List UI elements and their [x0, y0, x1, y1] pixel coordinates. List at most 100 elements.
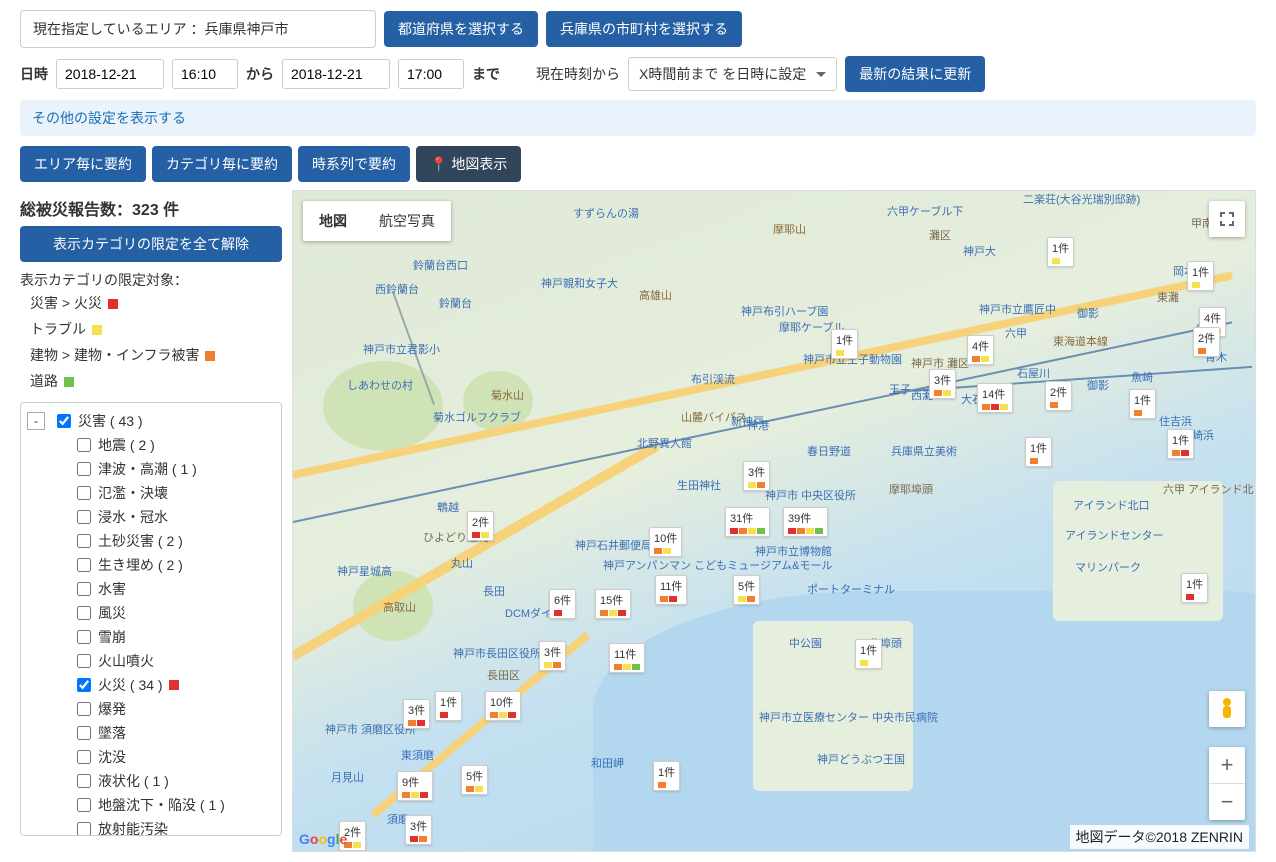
- tree-child-item[interactable]: 液状化 ( 1 ): [25, 769, 277, 793]
- tree-toggle[interactable]: -: [27, 412, 45, 430]
- map-place-label: 西鈴蘭台: [375, 281, 419, 297]
- streetview-pegman[interactable]: [1209, 691, 1245, 727]
- map-place-label: 神戸星城高: [337, 563, 392, 579]
- map-marker[interactable]: 39件: [783, 507, 828, 537]
- from-time-input[interactable]: [172, 59, 238, 89]
- tree-child-item[interactable]: 爆発: [25, 697, 277, 721]
- release-category-button[interactable]: 表示カテゴリの限定を全て解除: [20, 226, 282, 262]
- legend-item: 建物 > 建物・インフラ被害: [20, 342, 282, 368]
- tree-checkbox[interactable]: [77, 510, 91, 524]
- tree-child-item[interactable]: 火山噴火: [25, 649, 277, 673]
- other-settings-toggle[interactable]: その他の設定を表示する: [20, 100, 1256, 136]
- summary-time-button[interactable]: 時系列で要約: [298, 146, 410, 182]
- map-marker[interactable]: 11件: [609, 643, 645, 673]
- map-marker[interactable]: 1件: [831, 329, 858, 359]
- tree-checkbox[interactable]: [77, 750, 91, 764]
- tree-checkbox[interactable]: [77, 486, 91, 500]
- select-prefecture-button[interactable]: 都道府県を選択する: [384, 11, 538, 47]
- map-marker[interactable]: 1件: [1047, 237, 1074, 267]
- map-tab-map[interactable]: 地図: [303, 201, 363, 241]
- map-marker[interactable]: 3件: [929, 369, 956, 399]
- map-marker[interactable]: 1件: [653, 761, 680, 791]
- tree-child-item[interactable]: 土砂災害 ( 2 ): [25, 529, 277, 553]
- tree-child-item[interactable]: 氾濫・決壊: [25, 481, 277, 505]
- map-marker[interactable]: 2件: [467, 511, 494, 541]
- marker-count: 1件: [1186, 576, 1203, 592]
- map-marker[interactable]: 31件: [725, 507, 770, 537]
- map-marker[interactable]: 3件: [539, 641, 566, 671]
- tree-checkbox[interactable]: [77, 630, 91, 644]
- update-results-button[interactable]: 最新の結果に更新: [845, 56, 985, 92]
- map-marker[interactable]: 1件: [1167, 429, 1194, 459]
- tree-checkbox[interactable]: [77, 606, 91, 620]
- tree-child-item[interactable]: 雪崩: [25, 625, 277, 649]
- tree-child-item[interactable]: 墜落: [25, 721, 277, 745]
- tree-checkbox[interactable]: [77, 438, 91, 452]
- map-marker[interactable]: 6件: [549, 589, 576, 619]
- tree-checkbox[interactable]: [77, 798, 91, 812]
- fullscreen-button[interactable]: [1209, 201, 1245, 237]
- marker-count: 15件: [600, 592, 626, 608]
- map-marker[interactable]: 4件: [967, 335, 994, 365]
- map-type-switch[interactable]: 地図 航空写真: [303, 201, 451, 241]
- to-date-input[interactable]: [282, 59, 390, 89]
- map-marker[interactable]: 1件: [1181, 573, 1208, 603]
- map-marker[interactable]: 1件: [855, 639, 882, 669]
- map-marker[interactable]: 2件: [1045, 381, 1072, 411]
- map-marker[interactable]: 5件: [733, 575, 760, 605]
- tree-checkbox[interactable]: [77, 774, 91, 788]
- map-marker[interactable]: 3件: [403, 699, 430, 729]
- tree-child-item[interactable]: 津波・高潮 ( 1 ): [25, 457, 277, 481]
- tree-checkbox[interactable]: [57, 414, 71, 428]
- map-tab-satellite[interactable]: 航空写真: [363, 201, 451, 241]
- relative-time-select[interactable]: X時間前まで を日時に設定: [628, 57, 837, 91]
- map-marker[interactable]: 3件: [405, 815, 432, 845]
- map-marker[interactable]: 1件: [1129, 389, 1156, 419]
- tree-checkbox[interactable]: [77, 678, 91, 692]
- tree-checkbox[interactable]: [77, 558, 91, 572]
- tree-child-item[interactable]: 火災 ( 34 ): [25, 673, 277, 697]
- map-show-button[interactable]: 📍 地図表示: [416, 146, 521, 182]
- map-marker[interactable]: 1件: [1025, 437, 1052, 467]
- tree-child-item[interactable]: 生き埋め ( 2 ): [25, 553, 277, 577]
- zoom-in-button[interactable]: +: [1209, 747, 1245, 784]
- category-tree[interactable]: -災害 ( 43 )地震 ( 2 )津波・高潮 ( 1 )氾濫・決壊浸水・冠水土…: [20, 402, 282, 836]
- tree-checkbox[interactable]: [77, 654, 91, 668]
- map-marker[interactable]: 1件: [1187, 261, 1214, 291]
- map-marker[interactable]: 2件: [1193, 327, 1220, 357]
- map-marker[interactable]: 10件: [485, 691, 521, 721]
- map-place-label: 神戸布引ハーブ園: [741, 303, 828, 319]
- tree-checkbox[interactable]: [77, 582, 91, 596]
- tree-child-item[interactable]: 放射能汚染: [25, 817, 277, 836]
- map-marker[interactable]: 5件: [461, 765, 488, 795]
- tree-checkbox[interactable]: [77, 534, 91, 548]
- to-time-input[interactable]: [398, 59, 464, 89]
- marker-count: 1件: [1134, 392, 1151, 408]
- tree-checkbox[interactable]: [77, 726, 91, 740]
- zoom-control[interactable]: + −: [1209, 747, 1245, 820]
- summary-category-button[interactable]: カテゴリ毎に要約: [152, 146, 292, 182]
- tree-child-item[interactable]: 浸水・冠水: [25, 505, 277, 529]
- map[interactable]: すずらんの湯摩耶山六甲ケーブル下灘区二楽荘(大谷光瑞別邸跡)鈴蘭台西口西鈴蘭台鈴…: [292, 190, 1256, 852]
- tree-child-item[interactable]: 風災: [25, 601, 277, 625]
- from-date-input[interactable]: [56, 59, 164, 89]
- map-marker[interactable]: 11件: [655, 575, 687, 605]
- tree-root-item[interactable]: -災害 ( 43 ): [25, 409, 277, 433]
- map-marker[interactable]: 10件: [649, 527, 682, 557]
- zoom-out-button[interactable]: −: [1209, 784, 1245, 820]
- map-marker[interactable]: 1件: [435, 691, 462, 721]
- tree-checkbox[interactable]: [77, 462, 91, 476]
- marker-count: 3件: [410, 818, 427, 834]
- tree-checkbox[interactable]: [77, 702, 91, 716]
- map-marker[interactable]: 14件: [977, 383, 1013, 413]
- map-marker[interactable]: 15件: [595, 589, 631, 619]
- tree-child-item[interactable]: 沈没: [25, 745, 277, 769]
- select-city-button[interactable]: 兵庫県の市町村を選択する: [546, 11, 742, 47]
- tree-checkbox[interactable]: [77, 822, 91, 836]
- tree-child-item[interactable]: 地盤沈下・陥没 ( 1 ): [25, 793, 277, 817]
- map-marker[interactable]: 9件: [397, 771, 433, 801]
- tree-child-item[interactable]: 地震 ( 2 ): [25, 433, 277, 457]
- map-marker[interactable]: 3件: [743, 461, 770, 491]
- summary-area-button[interactable]: エリア毎に要約: [20, 146, 146, 182]
- tree-child-item[interactable]: 水害: [25, 577, 277, 601]
